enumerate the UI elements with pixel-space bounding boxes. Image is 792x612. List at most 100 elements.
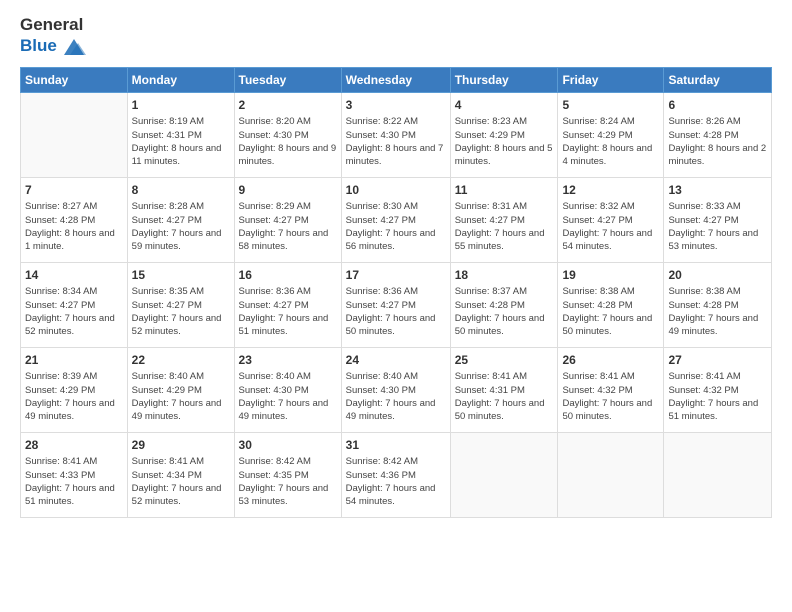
- day-info: Sunrise: 8:39 AMSunset: 4:29 PMDaylight:…: [25, 370, 123, 423]
- calendar-cell: 21 Sunrise: 8:39 AMSunset: 4:29 PMDaylig…: [21, 347, 128, 432]
- day-number: 26: [562, 352, 659, 369]
- day-info: Sunrise: 8:19 AMSunset: 4:31 PMDaylight:…: [132, 115, 230, 168]
- calendar-cell: 14 Sunrise: 8:34 AMSunset: 4:27 PMDaylig…: [21, 262, 128, 347]
- day-number: 2: [239, 97, 337, 114]
- day-info: Sunrise: 8:29 AMSunset: 4:27 PMDaylight:…: [239, 200, 337, 253]
- calendar-cell: 9 Sunrise: 8:29 AMSunset: 4:27 PMDayligh…: [234, 177, 341, 262]
- calendar-cell: 27 Sunrise: 8:41 AMSunset: 4:32 PMDaylig…: [664, 347, 772, 432]
- logo-icon: [60, 35, 88, 59]
- day-info: Sunrise: 8:40 AMSunset: 4:30 PMDaylight:…: [346, 370, 446, 423]
- day-info: Sunrise: 8:41 AMSunset: 4:32 PMDaylight:…: [668, 370, 767, 423]
- day-number: 28: [25, 437, 123, 454]
- day-number: 3: [346, 97, 446, 114]
- calendar-cell: 11 Sunrise: 8:31 AMSunset: 4:27 PMDaylig…: [450, 177, 558, 262]
- day-number: 21: [25, 352, 123, 369]
- calendar-cell: 23 Sunrise: 8:40 AMSunset: 4:30 PMDaylig…: [234, 347, 341, 432]
- calendar-cell: 6 Sunrise: 8:26 AMSunset: 4:28 PMDayligh…: [664, 92, 772, 177]
- calendar-cell: [558, 432, 664, 517]
- calendar-cell: 18 Sunrise: 8:37 AMSunset: 4:28 PMDaylig…: [450, 262, 558, 347]
- day-number: 9: [239, 182, 337, 199]
- day-info: Sunrise: 8:41 AMSunset: 4:33 PMDaylight:…: [25, 455, 123, 508]
- day-info: Sunrise: 8:20 AMSunset: 4:30 PMDaylight:…: [239, 115, 337, 168]
- day-number: 30: [239, 437, 337, 454]
- day-number: 23: [239, 352, 337, 369]
- calendar-cell: 25 Sunrise: 8:41 AMSunset: 4:31 PMDaylig…: [450, 347, 558, 432]
- calendar-cell: 29 Sunrise: 8:41 AMSunset: 4:34 PMDaylig…: [127, 432, 234, 517]
- day-number: 4: [455, 97, 554, 114]
- day-info: Sunrise: 8:42 AMSunset: 4:35 PMDaylight:…: [239, 455, 337, 508]
- calendar-week-0: 1 Sunrise: 8:19 AMSunset: 4:31 PMDayligh…: [21, 92, 772, 177]
- day-info: Sunrise: 8:23 AMSunset: 4:29 PMDaylight:…: [455, 115, 554, 168]
- weekday-header-thursday: Thursday: [450, 67, 558, 92]
- calendar-week-3: 21 Sunrise: 8:39 AMSunset: 4:29 PMDaylig…: [21, 347, 772, 432]
- day-number: 19: [562, 267, 659, 284]
- day-number: 5: [562, 97, 659, 114]
- day-info: Sunrise: 8:41 AMSunset: 4:32 PMDaylight:…: [562, 370, 659, 423]
- calendar-cell: 2 Sunrise: 8:20 AMSunset: 4:30 PMDayligh…: [234, 92, 341, 177]
- day-number: 6: [668, 97, 767, 114]
- day-number: 17: [346, 267, 446, 284]
- calendar-cell: 13 Sunrise: 8:33 AMSunset: 4:27 PMDaylig…: [664, 177, 772, 262]
- day-info: Sunrise: 8:30 AMSunset: 4:27 PMDaylight:…: [346, 200, 446, 253]
- calendar-cell: [664, 432, 772, 517]
- calendar-week-4: 28 Sunrise: 8:41 AMSunset: 4:33 PMDaylig…: [21, 432, 772, 517]
- logo-blue: Blue: [20, 35, 88, 59]
- weekday-header-row: SundayMondayTuesdayWednesdayThursdayFrid…: [21, 67, 772, 92]
- calendar-cell: 31 Sunrise: 8:42 AMSunset: 4:36 PMDaylig…: [341, 432, 450, 517]
- day-info: Sunrise: 8:34 AMSunset: 4:27 PMDaylight:…: [25, 285, 123, 338]
- weekday-header-saturday: Saturday: [664, 67, 772, 92]
- day-info: Sunrise: 8:40 AMSunset: 4:29 PMDaylight:…: [132, 370, 230, 423]
- day-number: 1: [132, 97, 230, 114]
- calendar-cell: 24 Sunrise: 8:40 AMSunset: 4:30 PMDaylig…: [341, 347, 450, 432]
- day-info: Sunrise: 8:40 AMSunset: 4:30 PMDaylight:…: [239, 370, 337, 423]
- calendar-cell: 8 Sunrise: 8:28 AMSunset: 4:27 PMDayligh…: [127, 177, 234, 262]
- day-number: 18: [455, 267, 554, 284]
- calendar-cell: [450, 432, 558, 517]
- day-number: 12: [562, 182, 659, 199]
- day-info: Sunrise: 8:27 AMSunset: 4:28 PMDaylight:…: [25, 200, 123, 253]
- day-number: 22: [132, 352, 230, 369]
- day-number: 7: [25, 182, 123, 199]
- day-info: Sunrise: 8:41 AMSunset: 4:34 PMDaylight:…: [132, 455, 230, 508]
- day-number: 27: [668, 352, 767, 369]
- day-info: Sunrise: 8:26 AMSunset: 4:28 PMDaylight:…: [668, 115, 767, 168]
- calendar-cell: 3 Sunrise: 8:22 AMSunset: 4:30 PMDayligh…: [341, 92, 450, 177]
- day-info: Sunrise: 8:33 AMSunset: 4:27 PMDaylight:…: [668, 200, 767, 253]
- day-info: Sunrise: 8:42 AMSunset: 4:36 PMDaylight:…: [346, 455, 446, 508]
- day-number: 29: [132, 437, 230, 454]
- calendar-table: SundayMondayTuesdayWednesdayThursdayFrid…: [20, 67, 772, 518]
- calendar-cell: 5 Sunrise: 8:24 AMSunset: 4:29 PMDayligh…: [558, 92, 664, 177]
- calendar-cell: 28 Sunrise: 8:41 AMSunset: 4:33 PMDaylig…: [21, 432, 128, 517]
- calendar-cell: 17 Sunrise: 8:36 AMSunset: 4:27 PMDaylig…: [341, 262, 450, 347]
- calendar-cell: 19 Sunrise: 8:38 AMSunset: 4:28 PMDaylig…: [558, 262, 664, 347]
- day-info: Sunrise: 8:22 AMSunset: 4:30 PMDaylight:…: [346, 115, 446, 168]
- calendar-cell: 20 Sunrise: 8:38 AMSunset: 4:28 PMDaylig…: [664, 262, 772, 347]
- calendar-cell: 10 Sunrise: 8:30 AMSunset: 4:27 PMDaylig…: [341, 177, 450, 262]
- calendar-cell: [21, 92, 128, 177]
- calendar-cell: 7 Sunrise: 8:27 AMSunset: 4:28 PMDayligh…: [21, 177, 128, 262]
- calendar-cell: 16 Sunrise: 8:36 AMSunset: 4:27 PMDaylig…: [234, 262, 341, 347]
- day-info: Sunrise: 8:24 AMSunset: 4:29 PMDaylight:…: [562, 115, 659, 168]
- day-number: 15: [132, 267, 230, 284]
- day-number: 13: [668, 182, 767, 199]
- day-number: 11: [455, 182, 554, 199]
- day-number: 10: [346, 182, 446, 199]
- calendar-cell: 12 Sunrise: 8:32 AMSunset: 4:27 PMDaylig…: [558, 177, 664, 262]
- weekday-header-friday: Friday: [558, 67, 664, 92]
- weekday-header-monday: Monday: [127, 67, 234, 92]
- day-number: 31: [346, 437, 446, 454]
- calendar-cell: 15 Sunrise: 8:35 AMSunset: 4:27 PMDaylig…: [127, 262, 234, 347]
- day-info: Sunrise: 8:36 AMSunset: 4:27 PMDaylight:…: [346, 285, 446, 338]
- day-number: 24: [346, 352, 446, 369]
- logo: General Blue: [20, 16, 88, 59]
- day-info: Sunrise: 8:28 AMSunset: 4:27 PMDaylight:…: [132, 200, 230, 253]
- calendar-cell: 4 Sunrise: 8:23 AMSunset: 4:29 PMDayligh…: [450, 92, 558, 177]
- weekday-header-wednesday: Wednesday: [341, 67, 450, 92]
- calendar-cell: 1 Sunrise: 8:19 AMSunset: 4:31 PMDayligh…: [127, 92, 234, 177]
- day-number: 8: [132, 182, 230, 199]
- calendar-cell: 30 Sunrise: 8:42 AMSunset: 4:35 PMDaylig…: [234, 432, 341, 517]
- logo-general: General: [20, 16, 88, 35]
- day-number: 25: [455, 352, 554, 369]
- day-info: Sunrise: 8:37 AMSunset: 4:28 PMDaylight:…: [455, 285, 554, 338]
- day-number: 20: [668, 267, 767, 284]
